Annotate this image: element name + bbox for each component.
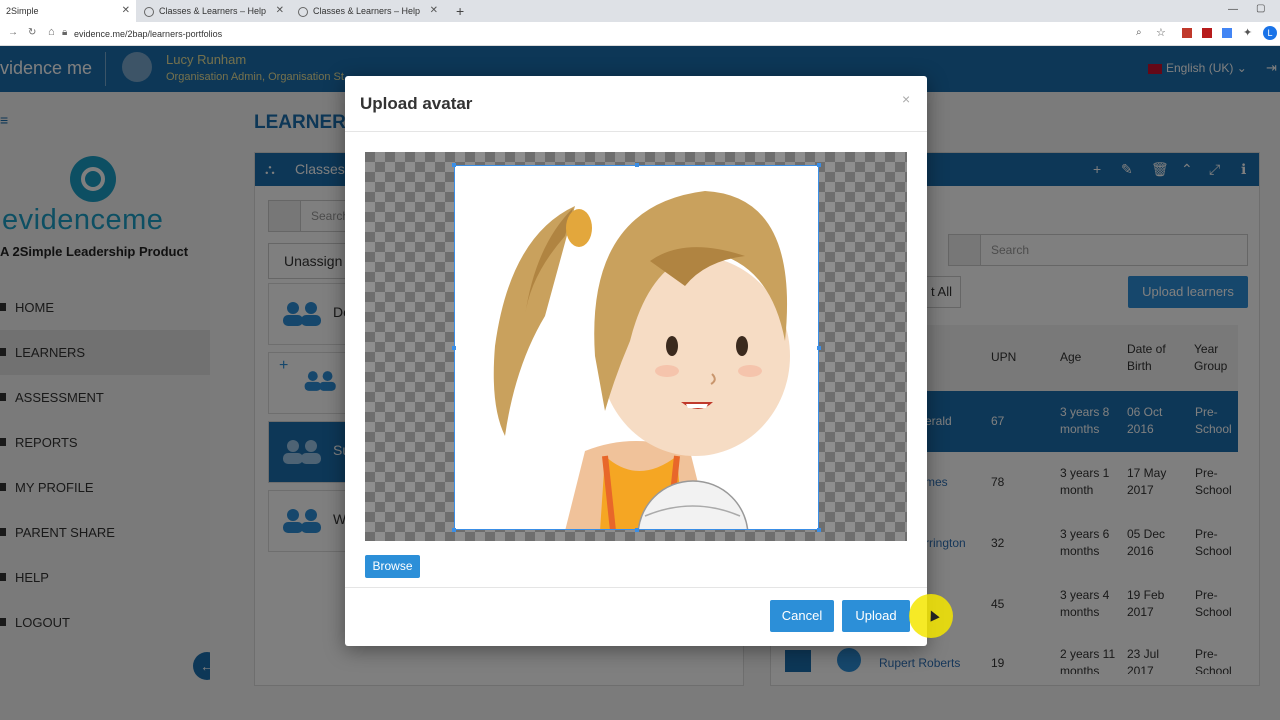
crop-handle[interactable] bbox=[817, 528, 821, 532]
url-field[interactable]: evidence.me/2bap/learners-portfolios bbox=[74, 22, 222, 46]
crop-handle[interactable] bbox=[452, 528, 456, 532]
crop-handle[interactable] bbox=[817, 163, 821, 167]
globe-icon bbox=[298, 6, 308, 17]
home-icon[interactable]: ⌂ bbox=[48, 26, 55, 38]
browser-tab[interactable]: 2Simple ✕ bbox=[0, 0, 136, 22]
avatar-image bbox=[493, 191, 790, 529]
browser-tab[interactable]: Classes & Learners – Help Centre ✕ bbox=[138, 0, 290, 38]
zoom-icon[interactable]: ⌕ bbox=[1136, 27, 1142, 38]
star-icon[interactable]: ☆ bbox=[1156, 26, 1166, 39]
profile-avatar[interactable]: L bbox=[1263, 26, 1277, 40]
modal-title: Upload avatar bbox=[360, 94, 473, 113]
pdf-extension-icon[interactable] bbox=[1202, 28, 1212, 38]
close-icon[interactable]: ✕ bbox=[276, 0, 284, 22]
divider bbox=[345, 587, 927, 588]
address-bar: → ↻ ⌂ 🔒︎ evidence.me/2bap/learners-portf… bbox=[0, 22, 1280, 46]
close-icon[interactable]: ✕ bbox=[430, 0, 438, 22]
extension-icon[interactable] bbox=[1182, 28, 1192, 38]
browse-button[interactable]: Browse bbox=[365, 555, 420, 578]
browser-tab[interactable]: Classes & Learners – Help Centre ✕ bbox=[292, 0, 444, 38]
close-icon[interactable]: × bbox=[902, 91, 910, 107]
cancel-button[interactable]: Cancel bbox=[770, 600, 834, 632]
crop-handle[interactable] bbox=[452, 346, 456, 350]
maximize-icon[interactable]: ▢ bbox=[1256, 3, 1265, 14]
minimize-icon[interactable]: — bbox=[1228, 4, 1238, 15]
crop-handle[interactable] bbox=[452, 163, 456, 167]
new-tab-icon[interactable]: + bbox=[456, 3, 464, 19]
lock-icon: 🔒︎ bbox=[62, 27, 68, 38]
close-icon[interactable]: ✕ bbox=[122, 0, 130, 22]
globe-icon bbox=[144, 6, 154, 17]
puzzle-icon[interactable]: ✦ bbox=[1243, 26, 1252, 39]
divider bbox=[345, 131, 927, 132]
image-crop-area[interactable] bbox=[365, 152, 907, 541]
reload-icon[interactable]: ↻ bbox=[28, 27, 36, 38]
tab-title: 2Simple bbox=[6, 6, 39, 16]
upload-avatar-modal: Upload avatar × Browse Cancel Upload bbox=[345, 76, 927, 646]
crop-handle[interactable] bbox=[635, 528, 639, 532]
browser-tab-bar: 2Simple ✕ Classes & Learners – Help Cent… bbox=[0, 0, 1280, 38]
crop-handle[interactable] bbox=[635, 163, 639, 167]
upload-button[interactable]: Upload bbox=[842, 600, 910, 632]
translate-icon[interactable] bbox=[1222, 28, 1232, 38]
forward-icon[interactable]: → bbox=[8, 27, 18, 38]
crop-selection[interactable] bbox=[454, 165, 819, 530]
crop-handle[interactable] bbox=[817, 346, 821, 350]
